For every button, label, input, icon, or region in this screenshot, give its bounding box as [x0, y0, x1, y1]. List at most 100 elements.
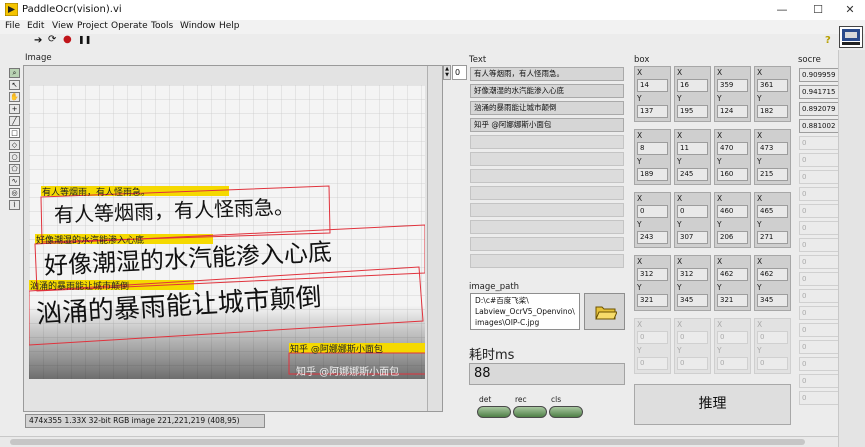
box-point-cluster[interactable]: X 312 Y 345: [674, 255, 711, 311]
y-value[interactable]: 137: [637, 105, 668, 118]
image-display[interactable]: 有人等烟雨，有人怪雨急。 好像潮湿的水汽能渗入心底 汹涌的暴雨能让城市颠倒 知乎…: [23, 65, 443, 412]
window-scrollbar[interactable]: [0, 436, 838, 447]
menu-window[interactable]: Window: [180, 21, 216, 31]
text-item-empty[interactable]: [470, 135, 624, 149]
pause-icon[interactable]: ❚❚: [78, 35, 91, 44]
score-value[interactable]: 0: [799, 238, 839, 252]
y-value[interactable]: 345: [677, 294, 708, 307]
score-value[interactable]: 0: [799, 272, 839, 286]
x-value[interactable]: 470: [717, 142, 748, 155]
run-arrow-icon[interactable]: ➔: [34, 35, 42, 46]
run-continuously-icon[interactable]: ⟳: [48, 34, 56, 45]
rectangle-tool-icon[interactable]: □: [9, 128, 20, 138]
y-value[interactable]: 345: [757, 294, 788, 307]
text-item[interactable]: 有人等烟雨，有人怪雨急。: [470, 67, 624, 81]
annulus-tool-icon[interactable]: ◎: [9, 188, 20, 198]
score-value[interactable]: 0: [799, 340, 839, 354]
score-value[interactable]: 0.941715: [799, 85, 839, 99]
menu-project[interactable]: Project: [77, 21, 108, 31]
vertical-scrollbar[interactable]: [427, 66, 442, 411]
zoom-tool-icon[interactable]: ⌕: [9, 68, 20, 78]
y-value[interactable]: 195: [677, 105, 708, 118]
box-point-cluster[interactable]: X 0 Y 0: [714, 318, 751, 374]
y-value[interactable]: 206: [717, 231, 748, 244]
score-value[interactable]: 0: [799, 136, 839, 150]
y-value[interactable]: 307: [677, 231, 708, 244]
box-point-cluster[interactable]: X 14 Y 137: [634, 66, 671, 122]
y-value[interactable]: 0: [677, 357, 708, 370]
y-value[interactable]: 124: [717, 105, 748, 118]
y-value[interactable]: 189: [637, 168, 668, 181]
score-value[interactable]: 0: [799, 187, 839, 201]
window-scroll-thumb[interactable]: [10, 439, 805, 445]
maximize-button[interactable]: ☐: [803, 2, 833, 18]
x-value[interactable]: 361: [757, 79, 788, 92]
point-tool-icon[interactable]: +: [9, 104, 20, 114]
window-vertical-scrollbar[interactable]: [838, 50, 865, 447]
x-value[interactable]: 473: [757, 142, 788, 155]
score-value[interactable]: 0.909959: [799, 68, 839, 82]
y-value[interactable]: 321: [717, 294, 748, 307]
x-value[interactable]: 462: [717, 268, 748, 281]
menu-tools[interactable]: Tools: [151, 21, 173, 31]
x-value[interactable]: 312: [677, 268, 708, 281]
y-value[interactable]: 215: [757, 168, 788, 181]
y-value[interactable]: 321: [637, 294, 668, 307]
box-point-cluster[interactable]: X 473 Y 215: [754, 129, 791, 185]
polygon-tool-icon[interactable]: ⬠: [9, 164, 20, 174]
menu-help[interactable]: Help: [219, 21, 240, 31]
x-value[interactable]: 0: [757, 331, 788, 344]
x-value[interactable]: 462: [757, 268, 788, 281]
box-point-cluster[interactable]: X 460 Y 206: [714, 192, 751, 248]
y-value[interactable]: 245: [677, 168, 708, 181]
text-item-empty[interactable]: [470, 186, 624, 200]
y-value[interactable]: 182: [757, 105, 788, 118]
y-value[interactable]: 0: [757, 357, 788, 370]
text-array-index[interactable]: ▲ ▼ 0: [443, 65, 468, 81]
x-value[interactable]: 0: [677, 331, 708, 344]
text-index-value[interactable]: 0: [452, 65, 467, 80]
y-value[interactable]: 0: [717, 357, 748, 370]
image-path-field[interactable]: D:\c#百度飞桨\ Labview_OcrV5_Openvino\ image…: [470, 293, 580, 330]
broken-line-tool-icon[interactable]: ⌇: [9, 200, 20, 210]
x-value[interactable]: 16: [677, 79, 708, 92]
y-value[interactable]: 271: [757, 231, 788, 244]
x-value[interactable]: 359: [717, 79, 748, 92]
x-value[interactable]: 0: [637, 331, 668, 344]
text-item-empty[interactable]: [470, 169, 624, 183]
score-value[interactable]: 0: [799, 323, 839, 337]
x-value[interactable]: 0: [637, 205, 668, 218]
abort-icon[interactable]: ●: [63, 34, 72, 45]
score-value[interactable]: 0: [799, 374, 839, 388]
box-point-cluster[interactable]: X 361 Y 182: [754, 66, 791, 122]
x-value[interactable]: 0: [717, 331, 748, 344]
box-point-cluster[interactable]: X 16 Y 195: [674, 66, 711, 122]
score-value[interactable]: 0: [799, 204, 839, 218]
browse-button[interactable]: [584, 293, 625, 330]
x-value[interactable]: 14: [637, 79, 668, 92]
x-value[interactable]: 11: [677, 142, 708, 155]
text-item[interactable]: 汹涌的暴雨能让城市颠倒: [470, 101, 624, 115]
line-tool-icon[interactable]: ╱: [9, 116, 20, 126]
pointer-tool-icon[interactable]: ↖: [9, 80, 20, 90]
menu-edit[interactable]: Edit: [27, 21, 44, 31]
text-item-empty[interactable]: [470, 254, 624, 268]
oval-tool-icon[interactable]: ○: [9, 152, 20, 162]
score-value[interactable]: 0.881002: [799, 119, 839, 133]
x-value[interactable]: 460: [717, 205, 748, 218]
text-item[interactable]: 好像潮湿的水汽能渗入心底: [470, 84, 624, 98]
menu-file[interactable]: File: [5, 21, 20, 31]
box-point-cluster[interactable]: X 470 Y 160: [714, 129, 751, 185]
score-value[interactable]: 0: [799, 221, 839, 235]
pan-tool-icon[interactable]: ✋: [9, 92, 20, 102]
minimize-button[interactable]: —: [767, 2, 797, 18]
score-value[interactable]: 0.892079: [799, 102, 839, 116]
text-item-empty[interactable]: [470, 152, 624, 166]
rotated-rect-tool-icon[interactable]: ◇: [9, 140, 20, 150]
menu-operate[interactable]: Operate: [111, 21, 148, 31]
box-point-cluster[interactable]: X 465 Y 271: [754, 192, 791, 248]
text-item-empty[interactable]: [470, 203, 624, 217]
freehand-tool-icon[interactable]: ∿: [9, 176, 20, 186]
box-point-cluster[interactable]: X 0 Y 0: [754, 318, 791, 374]
box-point-cluster[interactable]: X 462 Y 321: [714, 255, 751, 311]
